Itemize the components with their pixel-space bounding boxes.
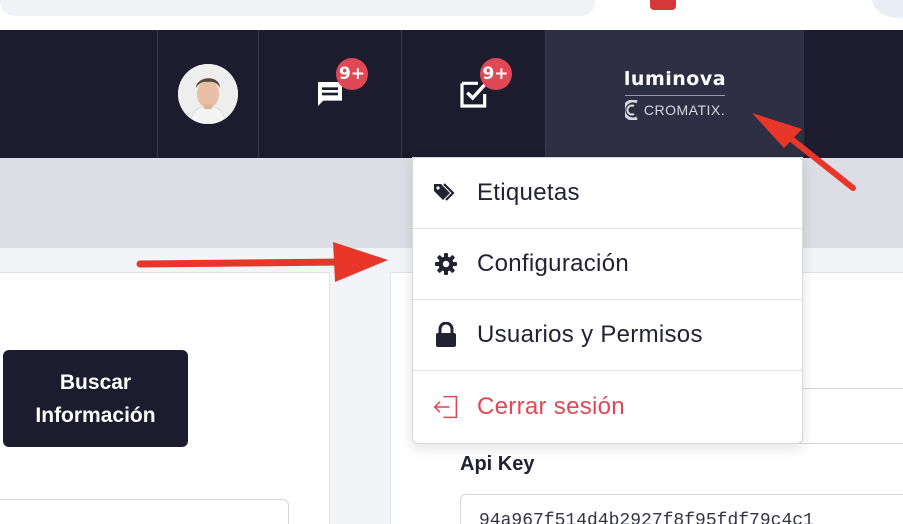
user-avatar[interactable]	[178, 64, 238, 124]
search-button-line1: Buscar	[59, 370, 132, 394]
search-button-line2: Información	[35, 403, 156, 427]
search-info-button[interactable]: Buscar Información	[3, 350, 188, 447]
menu-item-etiquetas[interactable]: Etiquetas	[413, 158, 802, 229]
browser-profile-button[interactable]	[872, 0, 903, 18]
messages-cell[interactable]: 9+	[258, 30, 401, 158]
menu-item-cerrar-sesion[interactable]: Cerrar sesión	[413, 371, 802, 442]
gear-icon	[433, 251, 459, 277]
top-navbar: 9+ 9+ luminova CROMATIX.	[0, 30, 903, 158]
menu-item-configuracion[interactable]: Configuración	[413, 229, 802, 300]
navbar-spacer	[804, 30, 903, 158]
browser-top-strip	[0, 0, 903, 30]
tasks-cell[interactable]: 9+	[401, 30, 545, 158]
brand-dropdown-menu: Etiquetas Configuración Usuarios y Permi…	[412, 157, 803, 444]
menu-item-label: Usuarios y Permisos	[477, 321, 703, 348]
user-avatar-cell[interactable]	[157, 30, 258, 158]
messages-button[interactable]: 9+	[310, 58, 368, 114]
brand-menu-toggle[interactable]: luminova CROMATIX.	[545, 30, 804, 158]
tags-icon	[433, 180, 459, 206]
messages-badge: 9+	[336, 58, 368, 90]
api-key-label: Api Key	[460, 453, 535, 475]
api-key-field[interactable]: 94a967f514d4b2927f8f95fdf79c4c1	[460, 494, 903, 524]
left-input-field[interactable]	[0, 499, 289, 524]
brand-divider	[625, 95, 725, 96]
browser-extension-icon[interactable]	[650, 0, 676, 10]
address-bar[interactable]	[0, 0, 595, 16]
tasks-button[interactable]: 9+	[454, 58, 512, 114]
logout-icon	[433, 394, 459, 420]
menu-item-usuarios-permisos[interactable]: Usuarios y Permisos	[413, 300, 802, 371]
menu-item-label: Cerrar sesión	[477, 392, 625, 420]
menu-item-label: Configuración	[477, 250, 629, 277]
avatar-portrait-icon	[178, 64, 238, 124]
tasks-badge: 9+	[479, 58, 512, 90]
brand-secondary-text: CROMATIX.	[643, 102, 726, 118]
brand-logo-secondary: CROMATIX.	[624, 100, 726, 120]
menu-item-label: Etiquetas	[477, 179, 580, 206]
lock-icon	[433, 322, 459, 348]
brand-logo-primary: luminova	[623, 68, 727, 90]
cromatix-logo-icon	[624, 100, 638, 120]
